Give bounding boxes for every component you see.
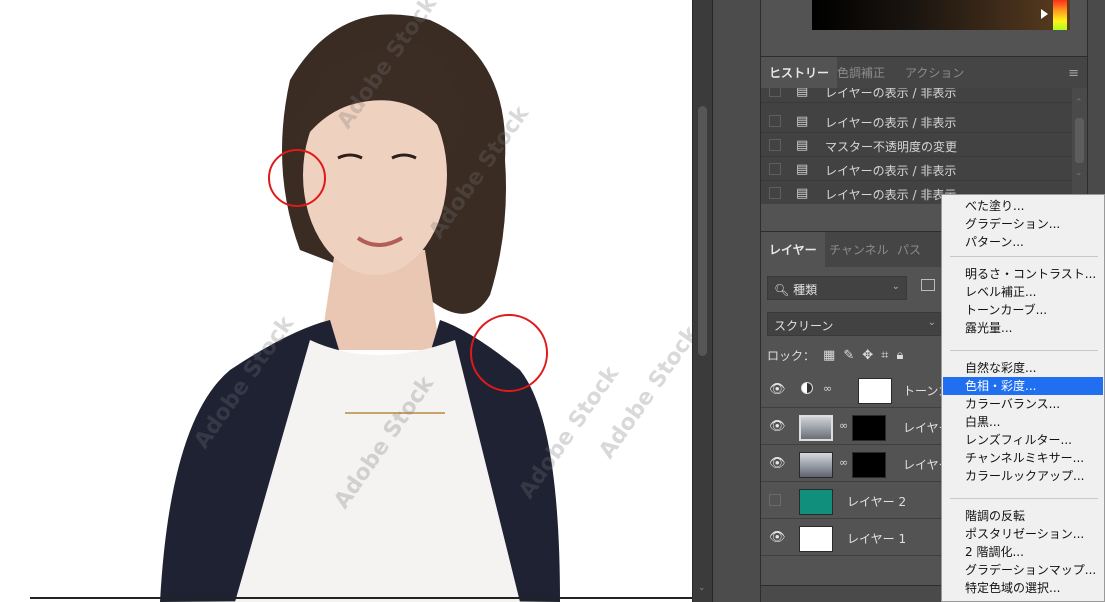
menu-item-color-lookup[interactable]: カラールックアップ... xyxy=(943,467,1103,485)
adjustment-layer-icon xyxy=(801,382,813,394)
tab-paths[interactable]: パス xyxy=(889,232,929,268)
link-icon[interactable]: ∞ xyxy=(839,419,848,432)
visibility-toggle[interactable] xyxy=(769,494,781,506)
scroll-thumb[interactable] xyxy=(1075,118,1084,163)
document-canvas[interactable]: Adobe Stock Adobe Stock Adobe Stock Adob… xyxy=(0,0,692,602)
lock-brush-icon[interactable]: ✎ xyxy=(843,348,854,363)
layer-mask-thumbnail[interactable] xyxy=(858,378,892,404)
document-icon: ▤ xyxy=(796,114,809,129)
layer-thumbnail[interactable] xyxy=(799,415,833,441)
chevron-down-icon: ⌄ xyxy=(927,317,936,328)
document-scrollbar[interactable]: ⌄ xyxy=(692,0,712,602)
menu-separator xyxy=(950,350,1098,351)
hue-slider[interactable] xyxy=(1053,0,1067,30)
tab-actions[interactable]: アクション xyxy=(897,57,972,89)
menu-item-posterize[interactable]: ポスタリゼーション... xyxy=(943,525,1103,543)
lock-transparent-icon[interactable]: ▦ xyxy=(823,348,835,363)
lock-label: ロック： xyxy=(767,348,816,363)
menu-item-vibrance[interactable]: 自然な彩度... xyxy=(943,359,1103,377)
layer-mask-thumbnail[interactable] xyxy=(852,452,886,478)
lock-move-icon[interactable]: ✥ xyxy=(862,348,873,363)
layer-kind-filter[interactable]: 🔍︎ 種類 ⌄ xyxy=(767,276,907,300)
layer-mask-thumbnail[interactable] xyxy=(852,415,886,441)
history-list: ▤ レイヤーの表示 / 非表示 ▤ レイヤーの表示 / 非表示 ▤ マスター不透… xyxy=(761,88,1087,204)
adjustment-layer-menu: べた塗り... グラデーション... パターン... 明るさ・コントラスト...… xyxy=(941,194,1105,602)
snapshot-checkbox[interactable] xyxy=(769,88,781,97)
document-icon: ▤ xyxy=(796,138,809,153)
menu-item-exposure[interactable]: 露光量... xyxy=(943,319,1103,337)
lock-artboard-icon[interactable]: ⌗ xyxy=(881,348,888,363)
link-icon[interactable]: ∞ xyxy=(823,382,832,395)
menu-item-levels[interactable]: レベル補正... xyxy=(943,283,1103,301)
snapshot-checkbox[interactable] xyxy=(769,187,781,199)
color-picker-field[interactable] xyxy=(812,0,1070,30)
menu-item-gradient[interactable]: グラデーション... xyxy=(943,215,1103,233)
color-slider-marker[interactable] xyxy=(1041,9,1048,19)
history-item[interactable]: ▤ レイヤーの表示 / 非表示 xyxy=(761,158,1071,181)
link-icon[interactable]: ∞ xyxy=(839,456,848,469)
layer-thumbnail[interactable] xyxy=(799,452,833,478)
search-icon: 🔍︎ xyxy=(774,283,790,297)
menu-item-curves[interactable]: トーンカーブ... xyxy=(943,301,1103,319)
menu-item-invert[interactable]: 階調の反転 xyxy=(943,507,1103,525)
visibility-eye-icon[interactable]: 👁︎ xyxy=(769,530,786,545)
tab-channels[interactable]: チャンネル xyxy=(821,232,897,268)
history-item[interactable]: ▤ レイヤーの表示 / 非表示 xyxy=(761,110,1071,133)
layer-thumbnail[interactable] xyxy=(799,489,833,515)
tab-adjustments[interactable]: 色調補正 xyxy=(829,57,893,89)
menu-item-solid-color[interactable]: べた塗り... xyxy=(943,197,1103,215)
snapshot-checkbox[interactable] xyxy=(769,163,781,175)
image-filter-icon[interactable] xyxy=(921,279,935,291)
menu-item-brightness-contrast[interactable]: 明るさ・コントラスト... xyxy=(943,265,1103,283)
menu-item-black-white[interactable]: 白黒... xyxy=(943,413,1103,431)
lock-options: ロック： ▦ ✎ ✥ ⌗ 🔒︎ xyxy=(767,344,903,366)
menu-item-color-balance[interactable]: カラーバランス... xyxy=(943,395,1103,413)
menu-separator xyxy=(950,498,1098,499)
history-item[interactable]: ▤ レイヤーの表示 / 非表示 xyxy=(761,88,1071,103)
history-scrollbar[interactable]: ⌃ ⌄ xyxy=(1072,88,1087,204)
layer-thumbnail[interactable] xyxy=(799,526,833,552)
visibility-eye-icon[interactable]: 👁︎ xyxy=(769,419,786,434)
menu-item-photo-filter[interactable]: レンズフィルター... xyxy=(943,431,1103,449)
visibility-eye-icon[interactable]: 👁︎ xyxy=(769,382,786,397)
scroll-thumb[interactable] xyxy=(698,106,707,356)
lock-all-icon[interactable]: 🔒︎ xyxy=(896,348,903,363)
scroll-down-icon[interactable]: ⌄ xyxy=(698,583,706,593)
history-panel-tabs: ヒストリー 色調補正 アクション ≡ xyxy=(761,56,1087,89)
chevron-down-icon: ⌄ xyxy=(891,281,900,292)
portrait-photo: Adobe Stock Adobe Stock Adobe Stock Adob… xyxy=(160,0,692,602)
menu-item-gradient-map[interactable]: グラデーションマップ... xyxy=(943,561,1103,579)
menu-item-selective-color[interactable]: 特定色域の選択... xyxy=(943,579,1103,597)
menu-item-channel-mixer[interactable]: チャンネルミキサー... xyxy=(943,449,1103,467)
tab-history[interactable]: ヒストリー xyxy=(761,57,838,89)
history-item[interactable]: ▤ マスター不透明度の変更 xyxy=(761,134,1071,157)
menu-separator xyxy=(950,256,1098,257)
tab-layers[interactable]: レイヤー xyxy=(761,232,825,268)
panel-dock-spacer xyxy=(712,0,760,602)
menu-item-pattern[interactable]: パターン... xyxy=(943,233,1103,251)
menu-item-threshold[interactable]: 2 階調化... xyxy=(943,543,1103,561)
document-icon: ▤ xyxy=(796,162,809,177)
scroll-down-icon[interactable]: ⌄ xyxy=(1075,168,1083,178)
visibility-eye-icon[interactable]: 👁︎ xyxy=(769,456,786,471)
snapshot-checkbox[interactable] xyxy=(769,115,781,127)
panel-menu-icon[interactable]: ≡ xyxy=(1068,66,1079,81)
snapshot-checkbox[interactable] xyxy=(769,139,781,151)
document-icon: ▤ xyxy=(796,88,809,99)
canvas-edge xyxy=(30,597,692,599)
scroll-up-icon[interactable]: ⌃ xyxy=(1075,98,1083,108)
menu-item-hue-saturation[interactable]: 色相・彩度... xyxy=(943,377,1103,395)
blend-mode-select[interactable]: スクリーン ⌄ xyxy=(767,312,943,336)
document-icon: ▤ xyxy=(796,186,809,201)
